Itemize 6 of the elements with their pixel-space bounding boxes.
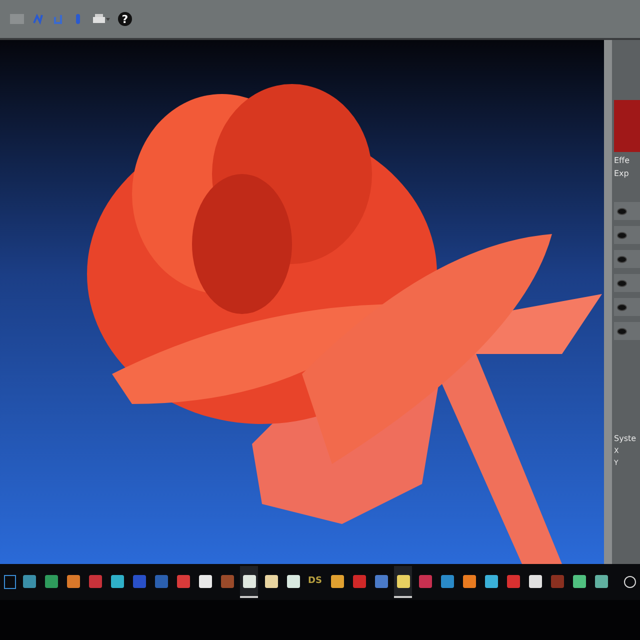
help-icon[interactable]: ?: [118, 12, 132, 26]
panel-label: Exp: [614, 169, 630, 178]
taskbar-button[interactable]: DS: [306, 566, 324, 598]
panel-label: Effe: [614, 156, 630, 165]
panel-label: Syste: [614, 434, 638, 443]
app-icon[interactable]: DS: [308, 576, 322, 586]
